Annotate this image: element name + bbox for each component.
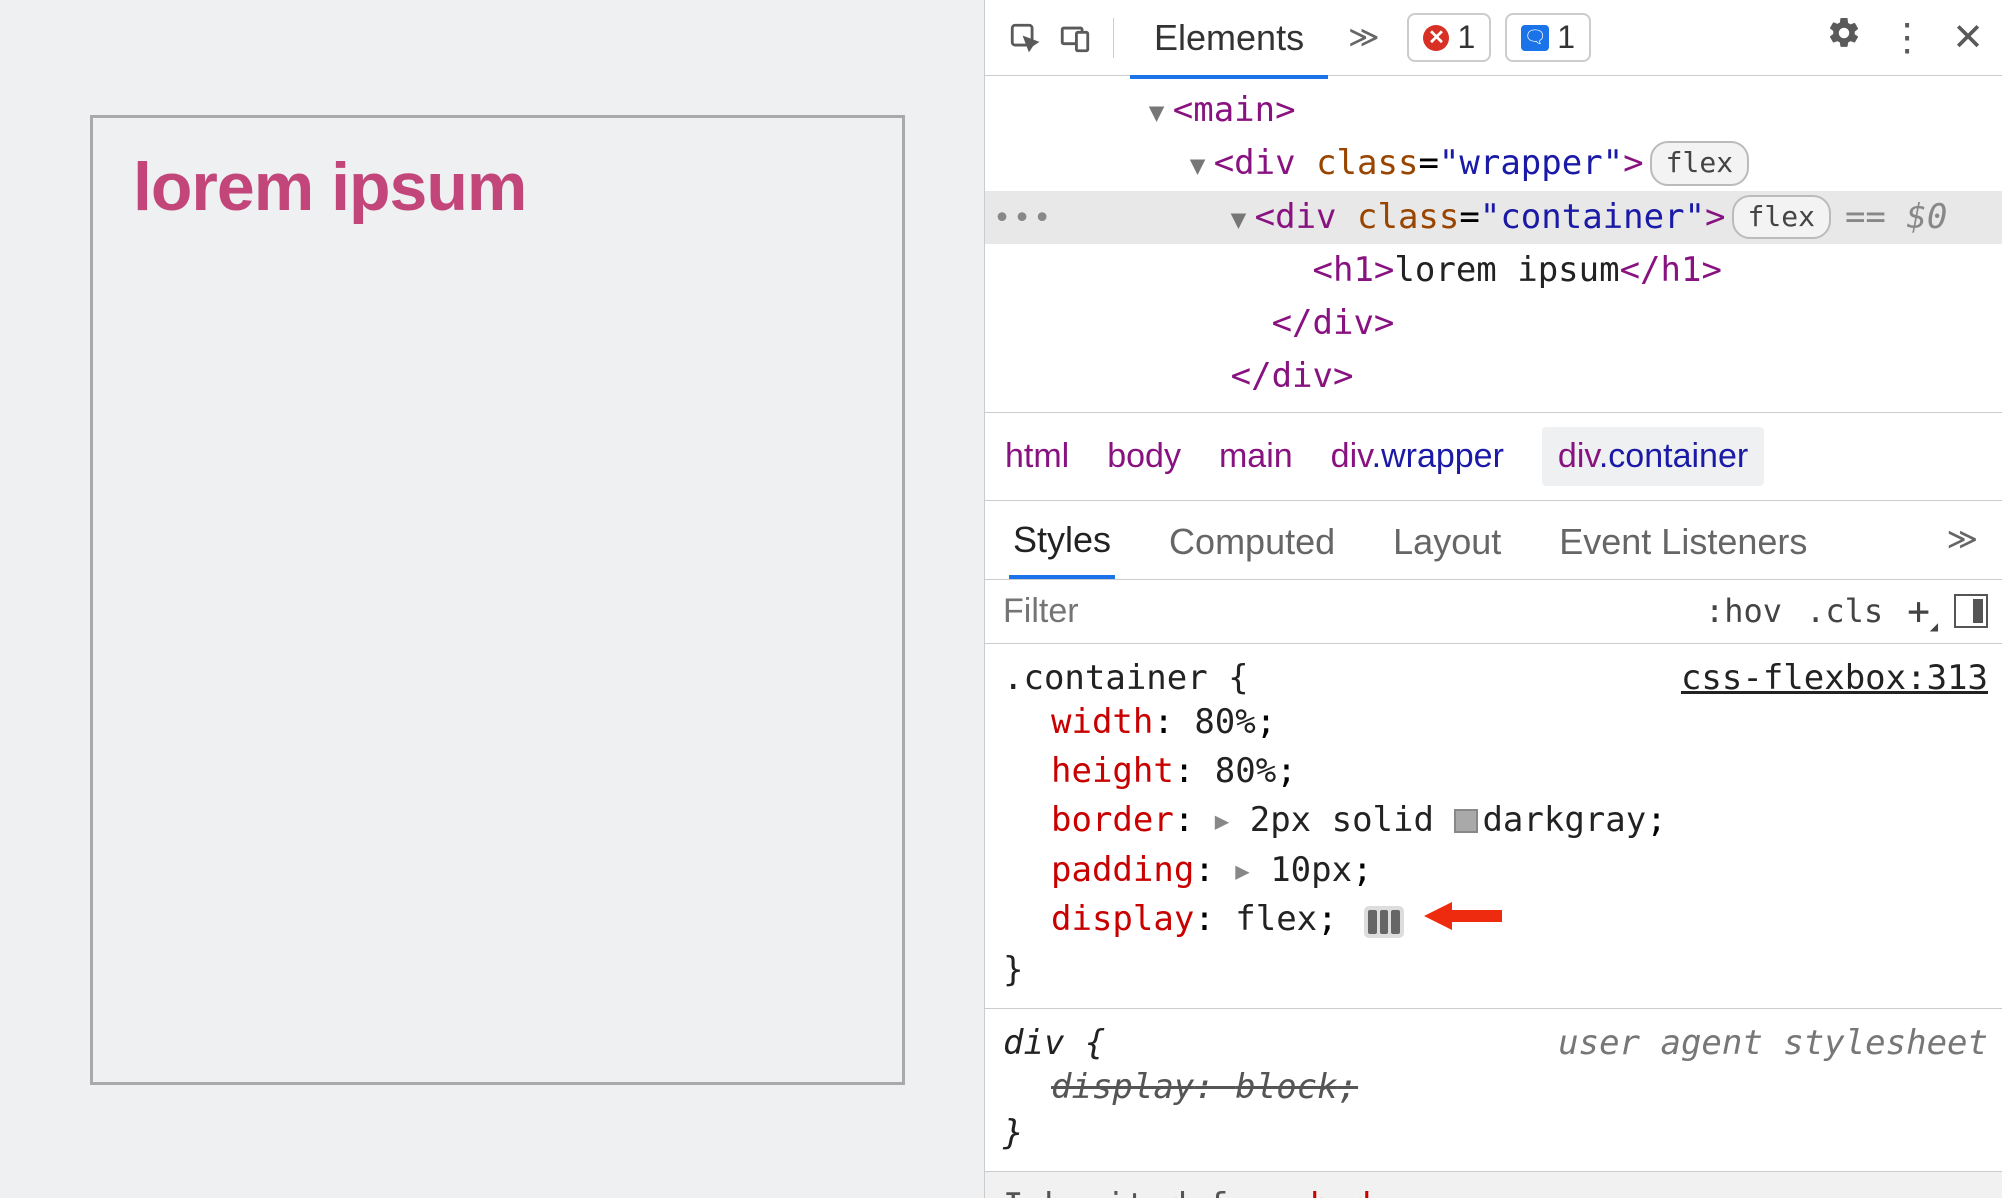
flex-badge[interactable]: flex [1650,141,1749,186]
breadcrumb: html body main div.wrapper div.container [985,412,2002,501]
more-tabs-icon[interactable]: ≫ [1334,20,1393,55]
message-count: 1 [1557,19,1575,56]
kebab-icon[interactable]: ⋮ [1888,15,1926,60]
error-count: 1 [1457,19,1475,56]
breadcrumb-body[interactable]: body [1107,437,1181,476]
tab-styles[interactable]: Styles [1009,501,1115,579]
breadcrumb-container[interactable]: div.container [1542,427,1764,486]
styles-filter-input[interactable] [985,592,1705,631]
device-toggle-icon[interactable] [1053,16,1097,60]
close-icon[interactable]: ✕ [1952,15,1984,60]
page-preview: lorem ipsum [0,0,984,1198]
devtools-panel: Elements ≫ ✕ 1 🗨 1 ⋮ ✕ ▼<main> [984,0,2002,1198]
inherited-from-row: Inherited from body [985,1172,2002,1198]
error-icon: ✕ [1423,25,1449,51]
css-rule-div-ua[interactable]: div { user agent stylesheet display: blo… [985,1009,2002,1171]
dom-node-main[interactable]: ▼<main> [985,84,2002,137]
devtools-toolbar: Elements ≫ ✕ 1 🗨 1 ⋮ ✕ [985,0,2002,76]
dom-close-container[interactable]: </div> [985,297,2002,350]
color-swatch-icon[interactable] [1454,809,1478,833]
gear-icon[interactable] [1826,15,1862,61]
tab-elements[interactable]: Elements [1130,0,1328,79]
styles-subtabs: Styles Computed Layout Event Listeners ≫ [985,501,2002,580]
error-badge[interactable]: ✕ 1 [1407,13,1491,62]
styles-pane: .container { css-flexbox:313 width: 80%;… [985,644,2002,1198]
tab-event-listeners[interactable]: Event Listeners [1555,503,1811,577]
heading-lorem: lorem ipsum [133,148,862,226]
breadcrumb-html[interactable]: html [1005,437,1069,476]
inspect-icon[interactable] [1003,16,1047,60]
message-badge[interactable]: 🗨 1 [1505,13,1591,62]
dom-node-container-selected[interactable]: ••• ▼<div class="container">flex== $0 [985,191,2002,244]
cls-toggle[interactable]: .cls [1806,592,1883,630]
more-subtabs-icon[interactable]: ≫ [1947,522,1978,557]
css-rule-container[interactable]: .container { css-flexbox:313 width: 80%;… [985,644,2002,1009]
ua-stylesheet-label: user agent stylesheet [1558,1023,1988,1063]
new-style-rule-button[interactable]: +◢ [1907,589,1930,633]
message-icon: 🗨 [1521,25,1549,51]
breadcrumb-main[interactable]: main [1219,437,1293,476]
tab-computed[interactable]: Computed [1165,503,1339,577]
toggle-sidebar-icon[interactable] [1954,594,1988,628]
dom-tree[interactable]: ▼<main> ▼<div class="wrapper">flex ••• ▼… [985,76,2002,412]
flex-badge[interactable]: flex [1732,195,1831,240]
container-element: lorem ipsum [90,115,905,1085]
dom-node-wrapper[interactable]: ▼<div class="wrapper">flex [985,137,2002,190]
arrow-annotation-icon [1424,896,1502,950]
styles-filter-row: :hov .cls +◢ [985,580,2002,644]
flexbox-editor-icon[interactable] [1364,906,1404,938]
source-link[interactable]: css-flexbox:313 [1681,658,1988,698]
dom-close-wrapper[interactable]: </div> [985,350,2002,403]
tab-layout[interactable]: Layout [1389,503,1505,577]
dom-node-h1[interactable]: <h1>lorem ipsum</h1> [985,244,2002,297]
breadcrumb-wrapper[interactable]: div.wrapper [1331,437,1504,476]
hov-toggle[interactable]: :hov [1705,592,1782,630]
